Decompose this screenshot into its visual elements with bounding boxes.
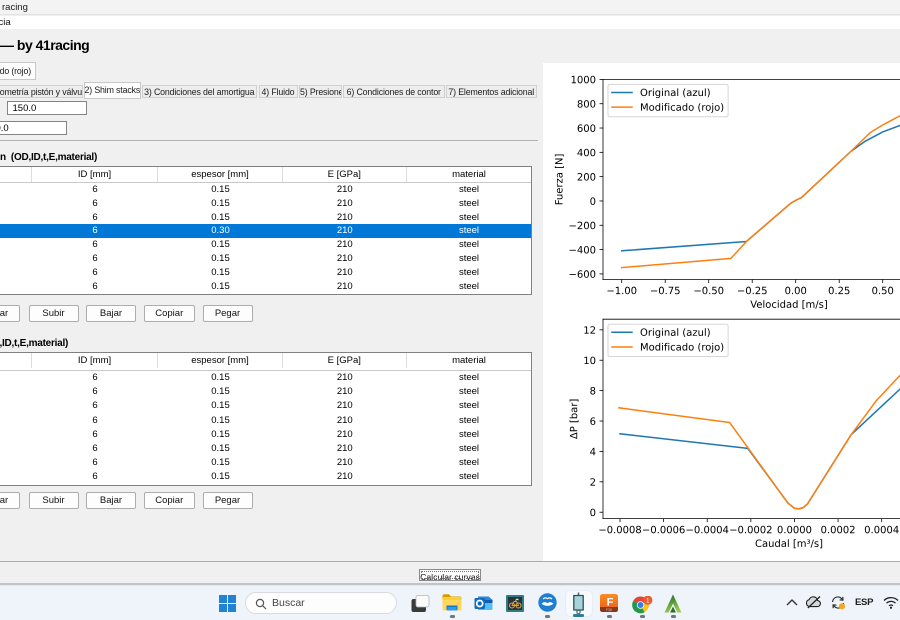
- svg-text:F: F: [607, 597, 614, 609]
- svg-text:F3D: F3D: [606, 608, 613, 612]
